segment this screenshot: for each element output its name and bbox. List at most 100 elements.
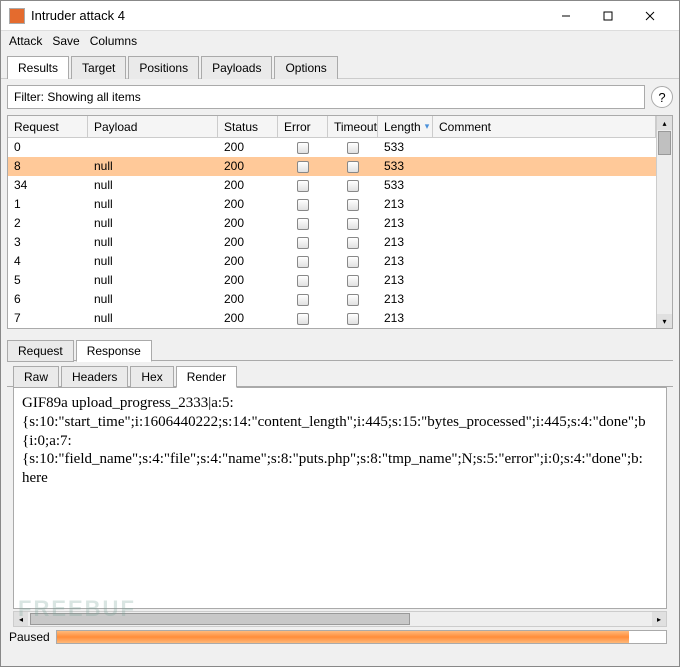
scroll-down-icon[interactable]: ▾ (657, 314, 672, 328)
col-comment[interactable]: Comment (433, 116, 656, 137)
menu-save[interactable]: Save (52, 34, 79, 48)
cell-payload: null (88, 234, 218, 250)
progress-bar (56, 630, 667, 644)
cell-timeout (328, 310, 378, 326)
cell-length: 213 (378, 215, 433, 231)
vertical-scrollbar[interactable]: ▴ ▾ (656, 116, 672, 328)
progress-fill (57, 631, 630, 643)
checkbox-icon[interactable] (297, 256, 309, 268)
checkbox-icon[interactable] (347, 275, 359, 287)
table-row[interactable]: 0200533 (8, 138, 656, 157)
minimize-button[interactable] (545, 2, 587, 30)
checkbox-icon[interactable] (347, 199, 359, 211)
tab-target[interactable]: Target (71, 56, 126, 79)
scroll-up-icon[interactable]: ▴ (657, 116, 672, 130)
cell-error (278, 253, 328, 269)
cell-timeout (328, 177, 378, 193)
render-line: here (22, 469, 658, 488)
table-row[interactable]: 7null200213 (8, 309, 656, 328)
checkbox-icon[interactable] (347, 313, 359, 325)
maximize-button[interactable] (587, 2, 629, 30)
table-row[interactable]: 6null200213 (8, 290, 656, 309)
tab-options[interactable]: Options (274, 56, 337, 79)
scroll-thumb[interactable] (658, 131, 671, 155)
cell-request: 3 (8, 234, 88, 250)
cell-comment (433, 260, 656, 262)
checkbox-icon[interactable] (297, 275, 309, 287)
checkbox-icon[interactable] (297, 161, 309, 173)
table-row[interactable]: 3null200213 (8, 233, 656, 252)
checkbox-icon[interactable] (347, 218, 359, 230)
scroll-right-icon[interactable]: ▸ (652, 612, 666, 626)
cell-timeout (328, 234, 378, 250)
viewtab-hex[interactable]: Hex (130, 366, 173, 388)
cell-payload: null (88, 158, 218, 174)
checkbox-icon[interactable] (297, 218, 309, 230)
render-line: {s:10:"field_name";s:4:"file";s:4:"name"… (22, 450, 658, 469)
checkbox-icon[interactable] (347, 256, 359, 268)
cell-request: 5 (8, 272, 88, 288)
scroll-left-icon[interactable]: ◂ (14, 612, 28, 626)
tab-positions[interactable]: Positions (128, 56, 199, 79)
col-status[interactable]: Status (218, 116, 278, 137)
checkbox-icon[interactable] (347, 294, 359, 306)
cell-status: 200 (218, 158, 278, 174)
subtab-response[interactable]: Response (76, 340, 152, 362)
status-label: Paused (9, 630, 50, 644)
cell-request: 6 (8, 291, 88, 307)
h-scroll-thumb[interactable] (30, 613, 410, 625)
checkbox-icon[interactable] (297, 313, 309, 325)
filter-bar: Filter: Showing all items ? (1, 79, 679, 115)
close-button[interactable] (629, 2, 671, 30)
viewtab-raw[interactable]: Raw (13, 366, 59, 388)
table-row[interactable]: 34null200533 (8, 176, 656, 195)
table-row[interactable]: 2null200213 (8, 214, 656, 233)
table-row[interactable]: 1null200213 (8, 195, 656, 214)
viewtab-render[interactable]: Render (176, 366, 237, 388)
col-request[interactable]: Request (8, 116, 88, 137)
checkbox-icon[interactable] (297, 142, 309, 154)
tab-results[interactable]: Results (7, 56, 69, 79)
col-error[interactable]: Error (278, 116, 328, 137)
cell-status: 200 (218, 310, 278, 326)
horizontal-scrollbar[interactable]: ◂ ▸ (13, 611, 667, 627)
cell-payload: null (88, 310, 218, 326)
cell-status: 200 (218, 139, 278, 155)
col-payload[interactable]: Payload (88, 116, 218, 137)
cell-timeout (328, 158, 378, 174)
col-length[interactable]: Length (378, 116, 433, 137)
filter-input[interactable]: Filter: Showing all items (7, 85, 645, 109)
checkbox-icon[interactable] (347, 142, 359, 154)
cell-timeout (328, 291, 378, 307)
render-pane[interactable]: GIF89a upload_progress_2333|a:5:{s:10:"s… (13, 387, 667, 609)
cell-error (278, 158, 328, 174)
cell-comment (433, 222, 656, 224)
checkbox-icon[interactable] (347, 161, 359, 173)
checkbox-icon[interactable] (347, 237, 359, 249)
table-row[interactable]: 8null200533 (8, 157, 656, 176)
cell-comment (433, 146, 656, 148)
cell-request: 1 (8, 196, 88, 212)
cell-request: 8 (8, 158, 88, 174)
viewtab-headers[interactable]: Headers (61, 366, 128, 388)
checkbox-icon[interactable] (297, 180, 309, 192)
checkbox-icon[interactable] (297, 294, 309, 306)
checkbox-icon[interactable] (347, 180, 359, 192)
table-row[interactable]: 5null200213 (8, 271, 656, 290)
help-button[interactable]: ? (651, 86, 673, 108)
cell-status: 200 (218, 253, 278, 269)
checkbox-icon[interactable] (297, 199, 309, 211)
menu-columns[interactable]: Columns (90, 34, 137, 48)
cell-payload: null (88, 272, 218, 288)
table-row[interactable]: 4null200213 (8, 252, 656, 271)
col-timeout[interactable]: Timeout (328, 116, 378, 137)
cell-payload: null (88, 196, 218, 212)
tab-payloads[interactable]: Payloads (201, 56, 272, 79)
table-header: Request Payload Status Error Timeout Len… (8, 116, 656, 138)
subtab-request[interactable]: Request (7, 340, 74, 362)
checkbox-icon[interactable] (297, 237, 309, 249)
app-icon (9, 8, 25, 24)
response-panel: Request Response Raw Headers Hex Render … (7, 335, 673, 627)
menu-attack[interactable]: Attack (9, 34, 42, 48)
cell-comment (433, 203, 656, 205)
